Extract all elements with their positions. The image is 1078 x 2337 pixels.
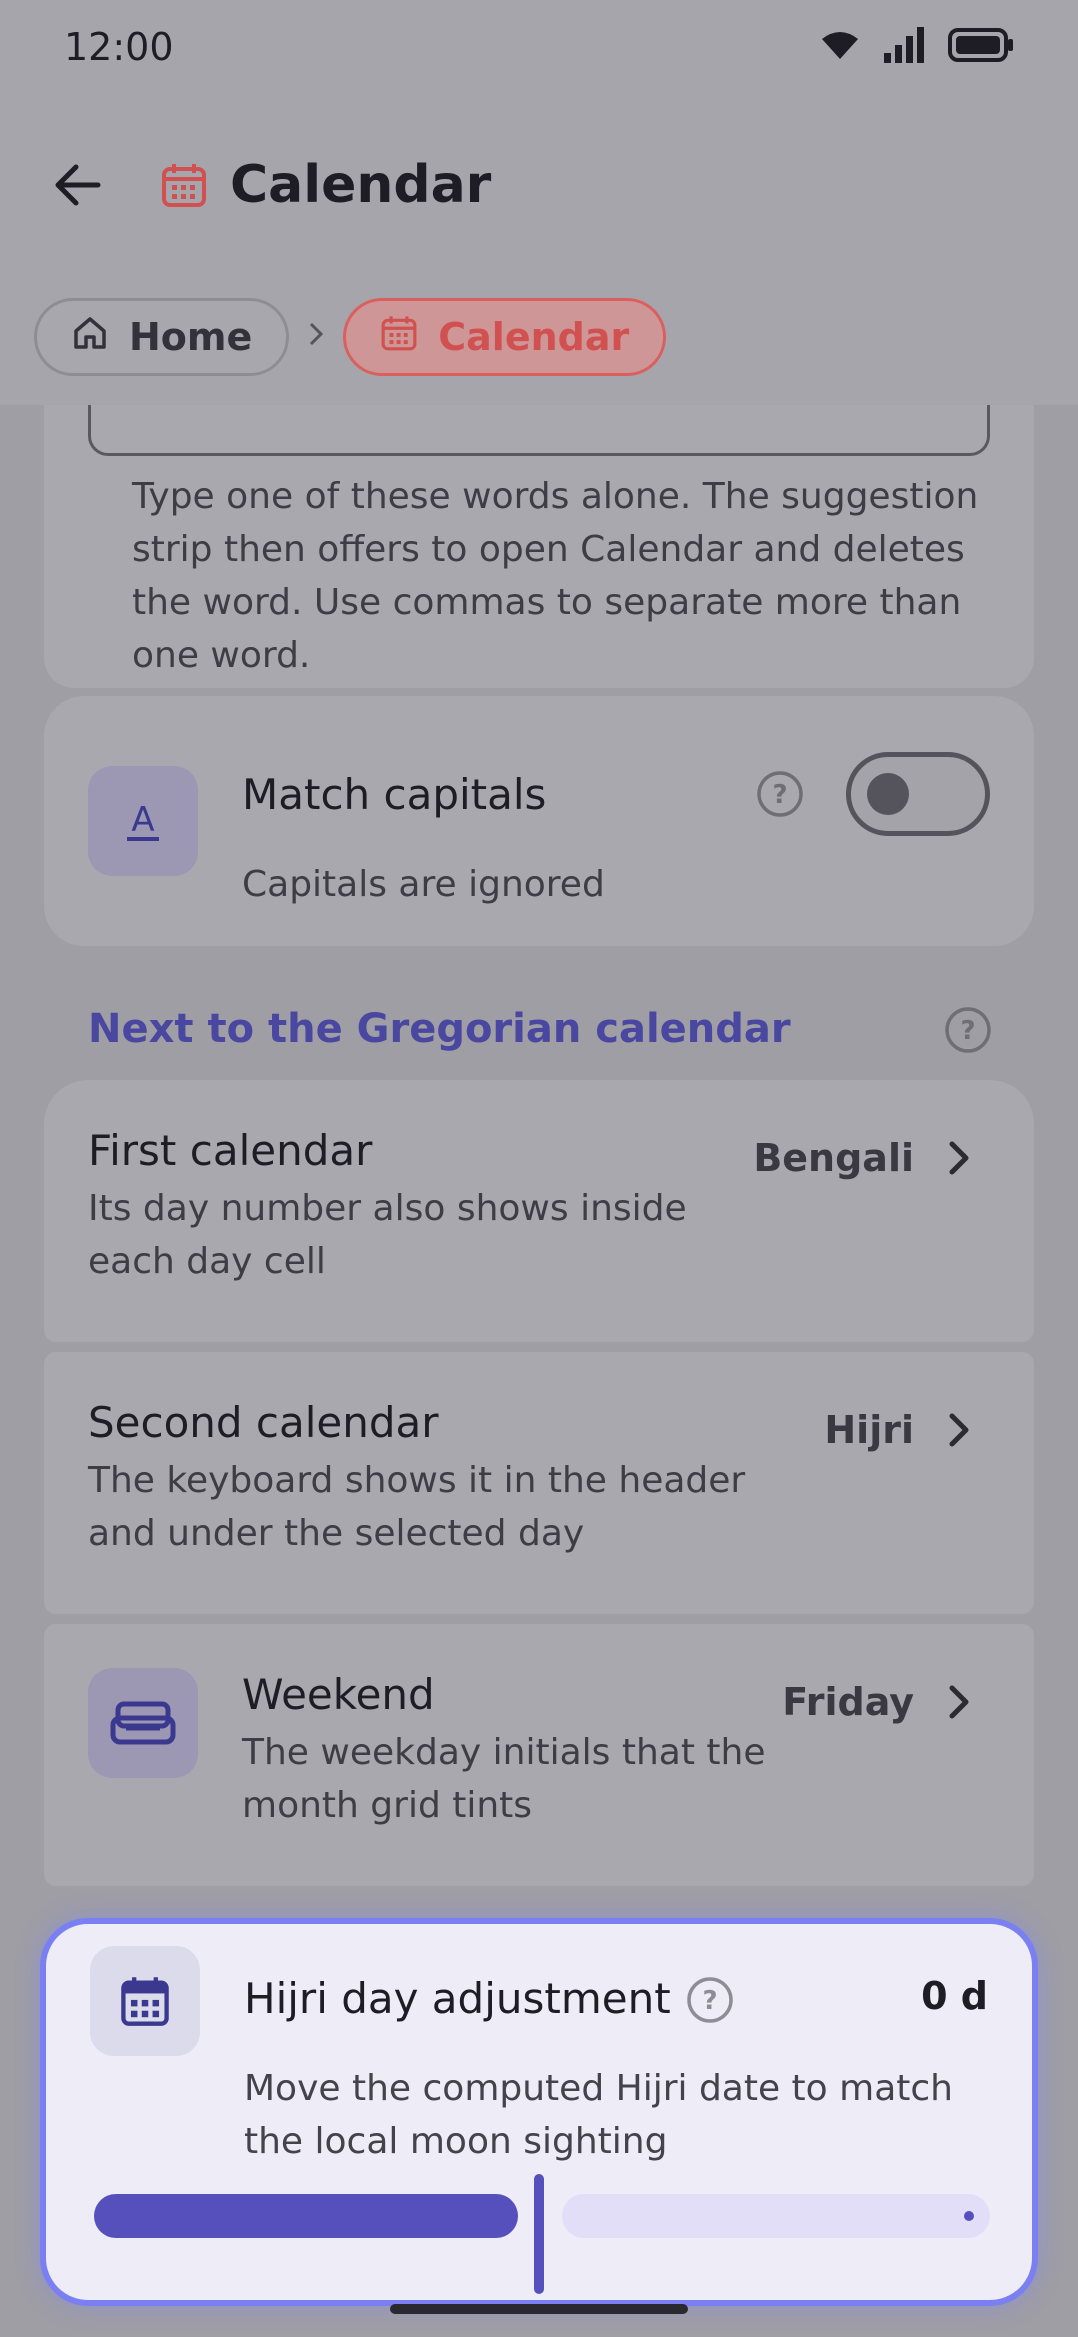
first-calendar-value: Bengali xyxy=(753,1136,914,1180)
calendar-icon xyxy=(160,161,208,209)
slider-thumb[interactable] xyxy=(534,2174,544,2294)
signal-icon xyxy=(882,27,926,67)
chevron-right-icon xyxy=(944,1682,974,1726)
toggle-thumb xyxy=(867,773,909,815)
page-title: Calendar xyxy=(230,155,492,215)
hijri-adjustment-value: 0 d xyxy=(921,1974,988,2018)
calendar-icon xyxy=(380,314,438,361)
couch-icon xyxy=(88,1668,198,1778)
breadcrumb-home[interactable]: Home xyxy=(34,298,290,376)
weekend-description: The weekday initials that the month grid… xyxy=(242,1732,766,1826)
breadcrumb-home-label: Home xyxy=(129,315,253,359)
svg-text:A: A xyxy=(131,800,154,840)
weekend-title: Weekend xyxy=(242,1670,435,1719)
first-calendar-description: Its day number also shows inside each da… xyxy=(88,1188,687,1282)
keywords-card: Type one of these words alone. The sugge… xyxy=(44,370,1034,688)
status-time: 12:00 xyxy=(64,25,174,69)
chevron-right-icon xyxy=(944,1138,974,1182)
home-indicator[interactable] xyxy=(390,2304,688,2314)
slider-inactive-track xyxy=(562,2194,990,2238)
top-app-bar: 12:00 Calendar Home Calendar xyxy=(0,0,1078,405)
breadcrumb: Home Calendar xyxy=(34,298,667,376)
second-calendar-description: The keyboard shows it in the header and … xyxy=(88,1460,746,1554)
match-capitals-subtitle: Capitals are ignored xyxy=(242,864,605,905)
svg-text:?: ? xyxy=(772,780,787,810)
help-icon[interactable]: ? xyxy=(756,770,804,822)
section-title: Next to the Gregorian calendar xyxy=(88,1006,791,1052)
breadcrumb-current[interactable]: Calendar xyxy=(343,298,667,376)
hijri-adjustment-title: Hijri day adjustment xyxy=(244,1974,671,2023)
wifi-icon xyxy=(820,29,860,65)
second-calendar-row[interactable]: Second calendar The keyboard shows it in… xyxy=(44,1352,1034,1614)
first-calendar-title: First calendar xyxy=(88,1126,373,1175)
svg-text:?: ? xyxy=(702,1986,717,2016)
status-bar: 12:00 xyxy=(64,22,1014,72)
match-capitals-toggle[interactable] xyxy=(846,752,990,836)
home-icon xyxy=(71,314,129,361)
match-capitals-title: Match capitals xyxy=(242,770,547,819)
hijri-adjustment-description: Move the computed Hijri date to match th… xyxy=(244,2068,953,2162)
weekend-row[interactable]: Weekend The weekday initials that the mo… xyxy=(44,1624,1034,1886)
hijri-adjustment-slider[interactable] xyxy=(94,2174,990,2294)
second-calendar-value: Hijri xyxy=(824,1408,914,1452)
match-capitals-card[interactable]: A Match capitals Capitals are ignored ? xyxy=(44,696,1034,946)
help-icon[interactable]: ? xyxy=(686,1976,734,2028)
calendar-grid-icon xyxy=(90,1946,200,2056)
letter-a-icon: A xyxy=(88,766,198,876)
back-arrow-icon[interactable] xyxy=(48,155,108,215)
slider-stop-indicator xyxy=(964,2211,974,2221)
second-calendar-title: Second calendar xyxy=(88,1398,439,1447)
section-help-icon[interactable]: ? xyxy=(944,1006,992,1058)
chevron-right-icon xyxy=(944,1410,974,1454)
keywords-help-text: Type one of these words alone. The sugge… xyxy=(132,476,979,676)
weekend-value: Friday xyxy=(782,1680,914,1724)
slider-active-track xyxy=(94,2194,518,2238)
hijri-adjustment-card[interactable]: Hijri day adjustment ? 0 d Move the comp… xyxy=(40,1918,1038,2306)
breadcrumb-separator-icon xyxy=(307,318,325,356)
first-calendar-row[interactable]: First calendar Its day number also shows… xyxy=(44,1080,1034,1342)
breadcrumb-current-label: Calendar xyxy=(438,315,630,359)
svg-text:?: ? xyxy=(960,1016,975,1046)
battery-icon xyxy=(948,28,1014,66)
